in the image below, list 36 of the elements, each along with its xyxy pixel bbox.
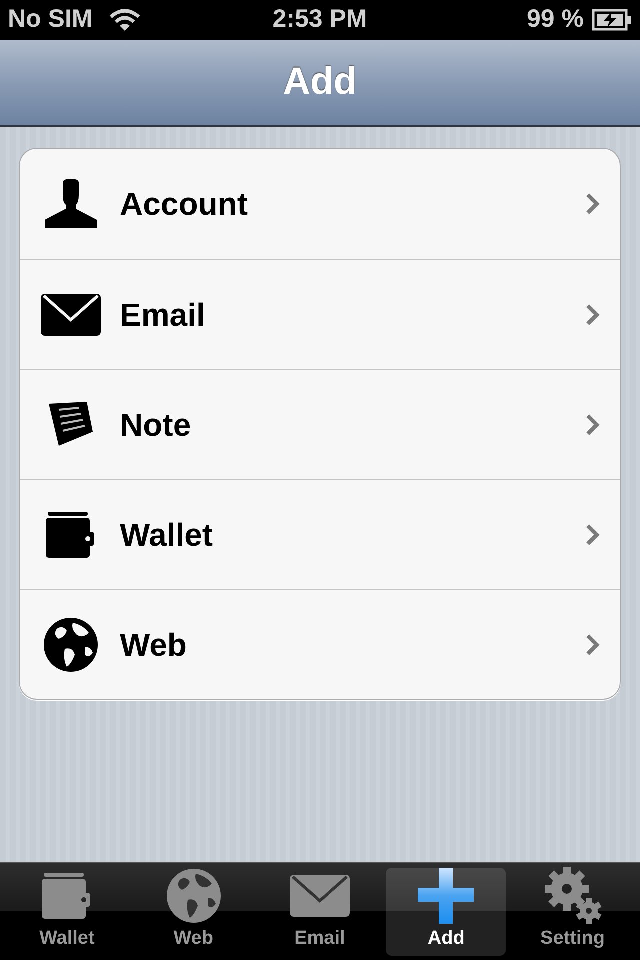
- row-label: Account: [120, 185, 249, 224]
- row-label: Wallet: [120, 516, 214, 554]
- tab-item[interactable]: Setting: [512, 868, 633, 956]
- row-label: Note: [120, 406, 192, 444]
- clock: 2:53 PM: [272, 4, 368, 36]
- wallet-icon: [46, 512, 96, 558]
- page-title: Add: [283, 60, 357, 105]
- tab-item[interactable]: Web: [134, 868, 254, 956]
- globe-icon: [166, 868, 222, 924]
- envelope-icon: [290, 875, 350, 918]
- globe-icon: [43, 616, 99, 672]
- chevron-icon: [586, 634, 600, 656]
- menu-row[interactable]: Wallet: [20, 479, 620, 589]
- chevron-icon: [586, 414, 600, 436]
- wifi-icon: [108, 8, 141, 32]
- plus-icon: [418, 868, 474, 924]
- battery-charging-icon: [592, 9, 632, 31]
- menu-row[interactable]: Web: [20, 589, 620, 699]
- carrier-label: No SIM: [8, 4, 93, 36]
- chevron-icon: [586, 193, 600, 215]
- row-label: Email: [120, 296, 206, 334]
- envelope-icon: [41, 294, 101, 336]
- chevron-icon: [586, 524, 600, 546]
- gears-icon: [542, 867, 603, 925]
- wallet-icon: [42, 873, 92, 920]
- chevron-icon: [586, 304, 600, 326]
- tab-item[interactable]: Add: [386, 868, 506, 956]
- battery-percent: 99 %: [527, 4, 584, 36]
- row-label: Web: [120, 626, 188, 664]
- menu-row[interactable]: Account: [20, 149, 620, 259]
- menu-row[interactable]: Email: [20, 259, 620, 369]
- note-icon: [47, 402, 95, 448]
- tab-item[interactable]: Wallet: [7, 868, 128, 956]
- menu-row[interactable]: Note: [20, 369, 620, 479]
- tab-item[interactable]: Email: [260, 868, 380, 956]
- person-icon: [43, 179, 99, 229]
